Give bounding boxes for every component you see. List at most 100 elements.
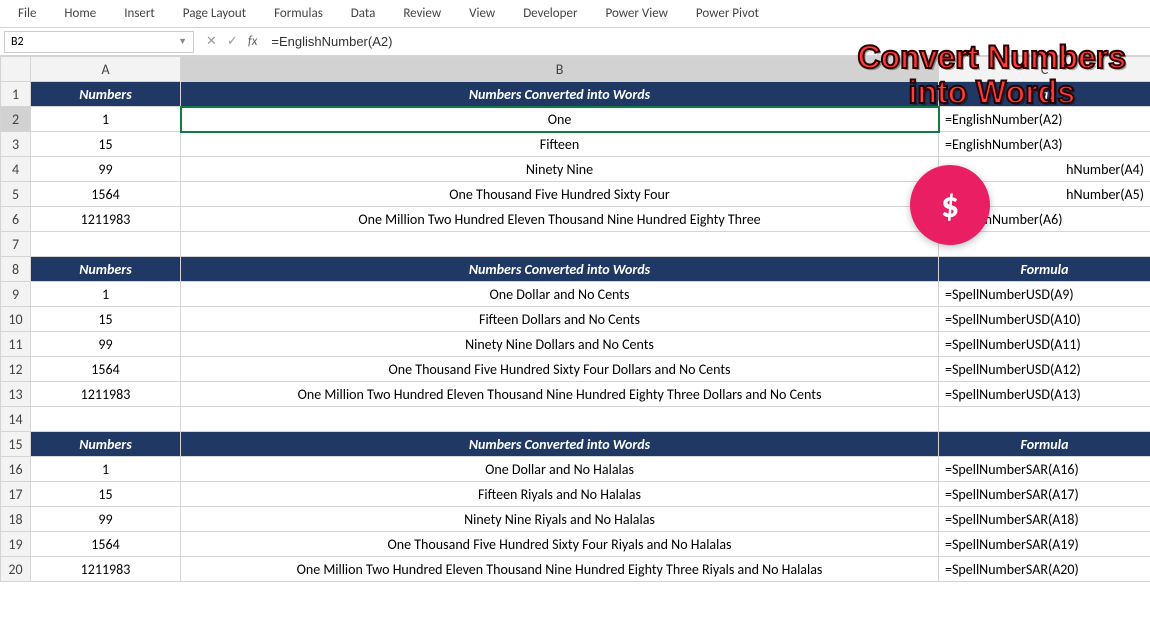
cell[interactable]: 15 bbox=[31, 482, 181, 507]
row-header[interactable]: 3 bbox=[1, 132, 31, 157]
row-header[interactable]: 6 bbox=[1, 207, 31, 232]
cell[interactable] bbox=[939, 407, 1150, 432]
select-all-corner[interactable] bbox=[1, 57, 31, 82]
cell[interactable]: 1 bbox=[31, 107, 181, 132]
table-header-numbers[interactable]: Numbers bbox=[31, 432, 181, 457]
cell[interactable]: Fifteen Riyals and No Halalas bbox=[181, 482, 939, 507]
cell[interactable]: =EnglishNumber(A2) bbox=[939, 107, 1150, 132]
cell[interactable] bbox=[181, 407, 939, 432]
spreadsheet-grid[interactable]: A B C 1 Numbers Numbers Converted into W… bbox=[0, 56, 1150, 582]
ribbon-tab-data[interactable]: Data bbox=[337, 2, 390, 25]
formula-bar-row: B2 ▼ ✕ ✓ fx bbox=[0, 28, 1150, 56]
cell[interactable]: =EnglishNumber(A3) bbox=[939, 132, 1150, 157]
ribbon-tab-formulas[interactable]: Formulas bbox=[260, 2, 337, 25]
row-header[interactable]: 5 bbox=[1, 182, 31, 207]
cell[interactable] bbox=[181, 232, 939, 257]
cell[interactable]: 15 bbox=[31, 307, 181, 332]
cell-selected[interactable]: One bbox=[181, 107, 939, 132]
cell[interactable]: 99 bbox=[31, 507, 181, 532]
cell[interactable]: 1211983 bbox=[31, 557, 181, 582]
ribbon-tab-pagelayout[interactable]: Page Layout bbox=[169, 2, 260, 25]
name-box[interactable]: B2 ▼ bbox=[4, 31, 194, 53]
ribbon-tab-powerview[interactable]: Power View bbox=[591, 2, 681, 25]
cell[interactable]: =SpellNumberUSD(A10) bbox=[939, 307, 1150, 332]
row-header[interactable]: 11 bbox=[1, 332, 31, 357]
table-header-formula[interactable]: a bbox=[939, 82, 1150, 107]
cell[interactable]: Ninety Nine bbox=[181, 157, 939, 182]
cell[interactable]: =SpellNumberSAR(A18) bbox=[939, 507, 1150, 532]
cell[interactable]: One Dollar and No Cents bbox=[181, 282, 939, 307]
fx-icon[interactable]: fx bbox=[248, 34, 258, 49]
cell[interactable]: One Million Two Hundred Eleven Thousand … bbox=[181, 382, 939, 407]
formula-input[interactable] bbox=[265, 31, 1150, 53]
cell[interactable]: One Dollar and No Halalas bbox=[181, 457, 939, 482]
accept-icon[interactable]: ✓ bbox=[227, 34, 238, 49]
cell[interactable]: 99 bbox=[31, 157, 181, 182]
ribbon-tab-view[interactable]: View bbox=[455, 2, 509, 25]
ribbon-tab-home[interactable]: Home bbox=[50, 2, 110, 25]
ribbon-tab-insert[interactable]: Insert bbox=[110, 2, 169, 25]
row-header[interactable]: 18 bbox=[1, 507, 31, 532]
cell[interactable] bbox=[31, 407, 181, 432]
cell[interactable]: =SpellNumberSAR(A20) bbox=[939, 557, 1150, 582]
cell[interactable]: One Thousand Five Hundred Sixty Four bbox=[181, 182, 939, 207]
row-header[interactable]: 15 bbox=[1, 432, 31, 457]
table-header-words[interactable]: Numbers Converted into Words bbox=[181, 82, 939, 107]
row-header[interactable]: 16 bbox=[1, 457, 31, 482]
cell[interactable] bbox=[31, 232, 181, 257]
col-header-b[interactable]: B bbox=[181, 57, 939, 82]
cell[interactable]: 1564 bbox=[31, 532, 181, 557]
ribbon-tab-review[interactable]: Review bbox=[389, 2, 455, 25]
chevron-down-icon[interactable]: ▼ bbox=[178, 36, 187, 47]
cell[interactable]: =SpellNumberUSD(A12) bbox=[939, 357, 1150, 382]
cell[interactable]: 1211983 bbox=[31, 382, 181, 407]
cell[interactable]: One Million Two Hundred Eleven Thousand … bbox=[181, 557, 939, 582]
ribbon-tab-file[interactable]: File bbox=[4, 2, 50, 25]
table-header-numbers[interactable]: Numbers bbox=[31, 82, 181, 107]
cell[interactable]: Fifteen Dollars and No Cents bbox=[181, 307, 939, 332]
cell[interactable]: 1564 bbox=[31, 357, 181, 382]
cell[interactable]: 1 bbox=[31, 282, 181, 307]
table-header-words[interactable]: Numbers Converted into Words bbox=[181, 257, 939, 282]
col-header-a[interactable]: A bbox=[31, 57, 181, 82]
row-header[interactable]: 13 bbox=[1, 382, 31, 407]
cell[interactable]: 1211983 bbox=[31, 207, 181, 232]
row-header[interactable]: 10 bbox=[1, 307, 31, 332]
row-header[interactable]: 2 bbox=[1, 107, 31, 132]
cell[interactable]: One Million Two Hundred Eleven Thousand … bbox=[181, 207, 939, 232]
row-header[interactable]: 17 bbox=[1, 482, 31, 507]
cell[interactable]: 1564 bbox=[31, 182, 181, 207]
table-header-formula[interactable]: Formula bbox=[939, 432, 1150, 457]
cell[interactable]: 1 bbox=[31, 457, 181, 482]
row-header[interactable]: 14 bbox=[1, 407, 31, 432]
cell[interactable]: =SpellNumberSAR(A19) bbox=[939, 532, 1150, 557]
row-header[interactable]: 8 bbox=[1, 257, 31, 282]
row-header[interactable]: 7 bbox=[1, 232, 31, 257]
cell[interactable]: 15 bbox=[31, 132, 181, 157]
table-header-words[interactable]: Numbers Converted into Words bbox=[181, 432, 939, 457]
col-header-c[interactable]: C bbox=[939, 57, 1150, 82]
table-header-numbers[interactable]: Numbers bbox=[31, 257, 181, 282]
cell[interactable]: =SpellNumberUSD(A13) bbox=[939, 382, 1150, 407]
row-header[interactable]: 12 bbox=[1, 357, 31, 382]
cell[interactable]: Fifteen bbox=[181, 132, 939, 157]
row-header[interactable]: 9 bbox=[1, 282, 31, 307]
ribbon-tab-powerpivot[interactable]: Power Pivot bbox=[682, 2, 773, 25]
cell[interactable]: Ninety Nine Dollars and No Cents bbox=[181, 332, 939, 357]
cell[interactable]: =SpellNumberUSD(A9) bbox=[939, 282, 1150, 307]
cell[interactable]: One Thousand Five Hundred Sixty Four Dol… bbox=[181, 357, 939, 382]
cell[interactable]: =SpellNumberSAR(A17) bbox=[939, 482, 1150, 507]
ribbon-tab-developer[interactable]: Developer bbox=[509, 2, 591, 25]
row-header[interactable]: 4 bbox=[1, 157, 31, 182]
cancel-icon[interactable]: ✕ bbox=[206, 34, 217, 49]
cell[interactable]: One Thousand Five Hundred Sixty Four Riy… bbox=[181, 532, 939, 557]
cell[interactable]: =SpellNumberSAR(A16) bbox=[939, 457, 1150, 482]
row-header[interactable]: 1 bbox=[1, 82, 31, 107]
cell[interactable]: =SpellNumberUSD(A11) bbox=[939, 332, 1150, 357]
cell[interactable]: 99 bbox=[31, 332, 181, 357]
row-header[interactable]: 20 bbox=[1, 557, 31, 582]
cell[interactable]: Ninety Nine Riyals and No Halalas bbox=[181, 507, 939, 532]
table-header-formula[interactable]: Formula bbox=[939, 257, 1150, 282]
row-header[interactable]: 19 bbox=[1, 532, 31, 557]
dollar-badge-icon: $ bbox=[910, 165, 990, 245]
